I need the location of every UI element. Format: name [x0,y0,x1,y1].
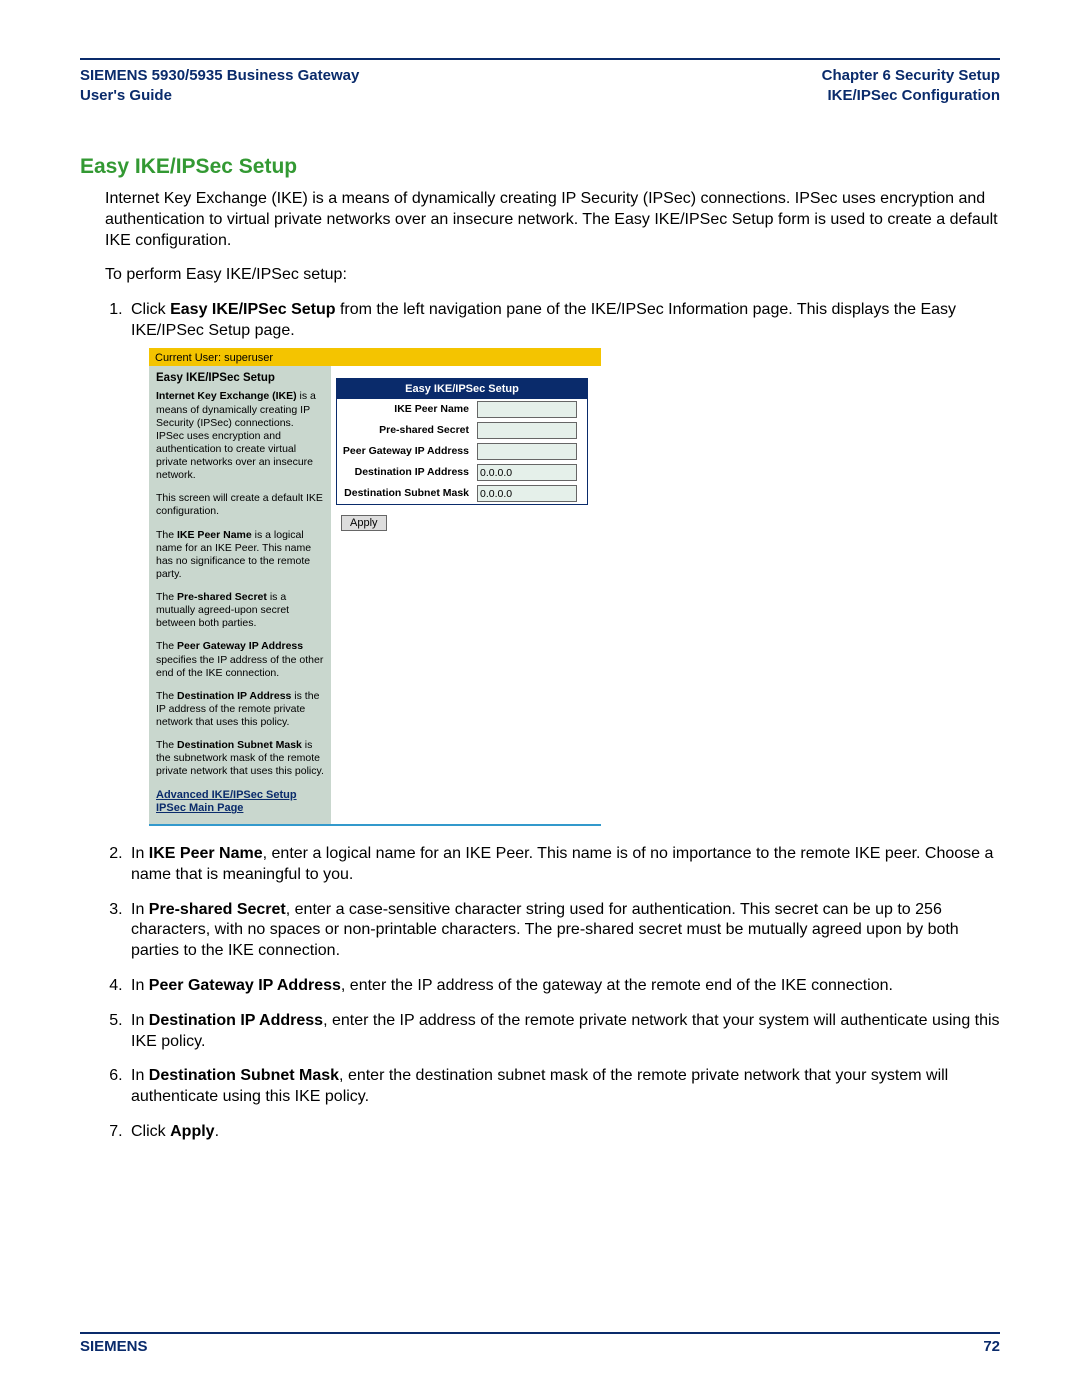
sidebar-para-7: The Destination Subnet Mask is the subne… [156,739,324,778]
step-7: Click Apply. [127,1122,1000,1143]
sidebar-title: Easy IKE/IPSec Setup [156,371,324,385]
p3a: The [156,529,177,541]
header-left: SIEMENS 5930/5935 Business Gateway User'… [80,66,359,105]
sidebar-para-1: Internet Key Exchange (IKE) is a means o… [156,390,324,482]
p7a: The [156,739,177,751]
step-1: Click Easy IKE/IPSec Setup from the left… [127,300,1000,826]
header-section: IKE/IPSec Configuration [822,86,1000,106]
p7b: Destination Subnet Mask [177,739,302,751]
current-user-bar: Current User: superuser [149,350,601,366]
link-ipsec-main[interactable]: IPSec Main Page [156,802,324,816]
embedded-screenshot: Current User: superuser Easy IKE/IPSec S… [149,348,601,826]
s7c: . [215,1123,219,1140]
s6b: Destination Subnet Mask [149,1067,339,1084]
s2b: IKE Peer Name [149,845,263,862]
s5b: Destination IP Address [149,1012,323,1029]
link-advanced-setup[interactable]: Advanced IKE/IPSec Setup [156,789,324,803]
step-6: In Destination Subnet Mask, enter the de… [127,1066,1000,1108]
sidebar-para-3: The IKE Peer Name is a logical name for … [156,529,324,582]
page: SIEMENS 5930/5935 Business Gateway User'… [0,0,1080,1397]
p6b: Destination IP Address [177,690,291,702]
s2a: In [131,845,149,862]
p4a: The [156,591,177,603]
footer-rule [80,1332,1000,1334]
screenshot-sidebar: Easy IKE/IPSec Setup Internet Key Exchan… [149,366,331,824]
page-footer: SIEMENS 72 [80,1332,1000,1355]
screenshot-body: Easy IKE/IPSec Setup Internet Key Exchan… [149,366,601,824]
step-4: In Peer Gateway IP Address, enter the IP… [127,976,1000,997]
input-preshared-secret[interactable] [477,422,577,439]
footer-page-number: 72 [983,1338,1000,1355]
p3b: IKE Peer Name [177,529,252,541]
input-peer-gateway-ip[interactable] [477,443,577,460]
intro-paragraph: Internet Key Exchange (IKE) is a means o… [105,189,1000,251]
apply-button[interactable]: Apply [341,515,387,531]
steps-list: Click Easy IKE/IPSec Setup from the left… [105,300,1000,1143]
step-1-bold: Easy IKE/IPSec Setup [170,301,335,318]
sidebar-para-2: This screen will create a default IKE co… [156,492,324,518]
sidebar-para-4: The Pre-shared Secret is a mutually agre… [156,591,324,630]
s3b: Pre-shared Secret [149,901,286,918]
label-preshared-secret: Pre-shared Secret [337,420,473,441]
lead-in-text: To perform Easy IKE/IPSec setup: [105,265,1000,286]
s5a: In [131,1012,149,1029]
page-header: SIEMENS 5930/5935 Business Gateway User'… [80,66,1000,105]
header-product: SIEMENS 5930/5935 Business Gateway [80,66,359,86]
step-3: In Pre-shared Secret, enter a case-sensi… [127,900,1000,962]
header-guide: User's Guide [80,86,359,106]
p4b: Pre-shared Secret [177,591,267,603]
label-peer-gateway-ip: Peer Gateway IP Address [337,441,473,462]
p6a: The [156,690,177,702]
label-ike-peer-name: IKE Peer Name [337,399,473,420]
s4b: Peer Gateway IP Address [149,977,341,994]
content-body: Internet Key Exchange (IKE) is a means o… [105,189,1000,1143]
sidebar-para-1-bold: Internet Key Exchange (IKE) [156,390,297,402]
s7a: Click [131,1123,170,1140]
s6a: In [131,1067,149,1084]
sidebar-para-6: The Destination IP Address is the IP add… [156,690,324,729]
footer-brand: SIEMENS [80,1338,148,1355]
setup-form-table: Easy IKE/IPSec Setup IKE Peer Name Pre-s… [336,378,588,505]
input-ike-peer-name[interactable] [477,401,577,418]
input-destination-mask[interactable] [477,485,577,502]
p5c: specifies the IP address of the other en… [156,654,323,679]
p5a: The [156,640,177,652]
label-destination-mask: Destination Subnet Mask [337,483,473,504]
label-destination-ip: Destination IP Address [337,462,473,483]
step-1-text-a: Click [131,301,170,318]
header-chapter: Chapter 6 Security Setup [822,66,1000,86]
form-title: Easy IKE/IPSec Setup [337,379,587,399]
sidebar-para-5: The Peer Gateway IP Address specifies th… [156,640,324,679]
s7b: Apply [170,1123,214,1140]
sidebar-para-1-rest: is a means of dynamically creating IP Se… [156,390,316,481]
section-title: Easy IKE/IPSec Setup [80,155,1000,179]
s3a: In [131,901,149,918]
header-right: Chapter 6 Security Setup IKE/IPSec Confi… [822,66,1000,105]
input-destination-ip[interactable] [477,464,577,481]
s4a: In [131,977,149,994]
step-5: In Destination IP Address, enter the IP … [127,1011,1000,1053]
step-2: In IKE Peer Name, enter a logical name f… [127,844,1000,886]
header-rule [80,58,1000,60]
p5b: Peer Gateway IP Address [177,640,303,652]
screenshot-form-area: Easy IKE/IPSec Setup IKE Peer Name Pre-s… [331,366,601,824]
s4c: , enter the IP address of the gateway at… [341,977,893,994]
